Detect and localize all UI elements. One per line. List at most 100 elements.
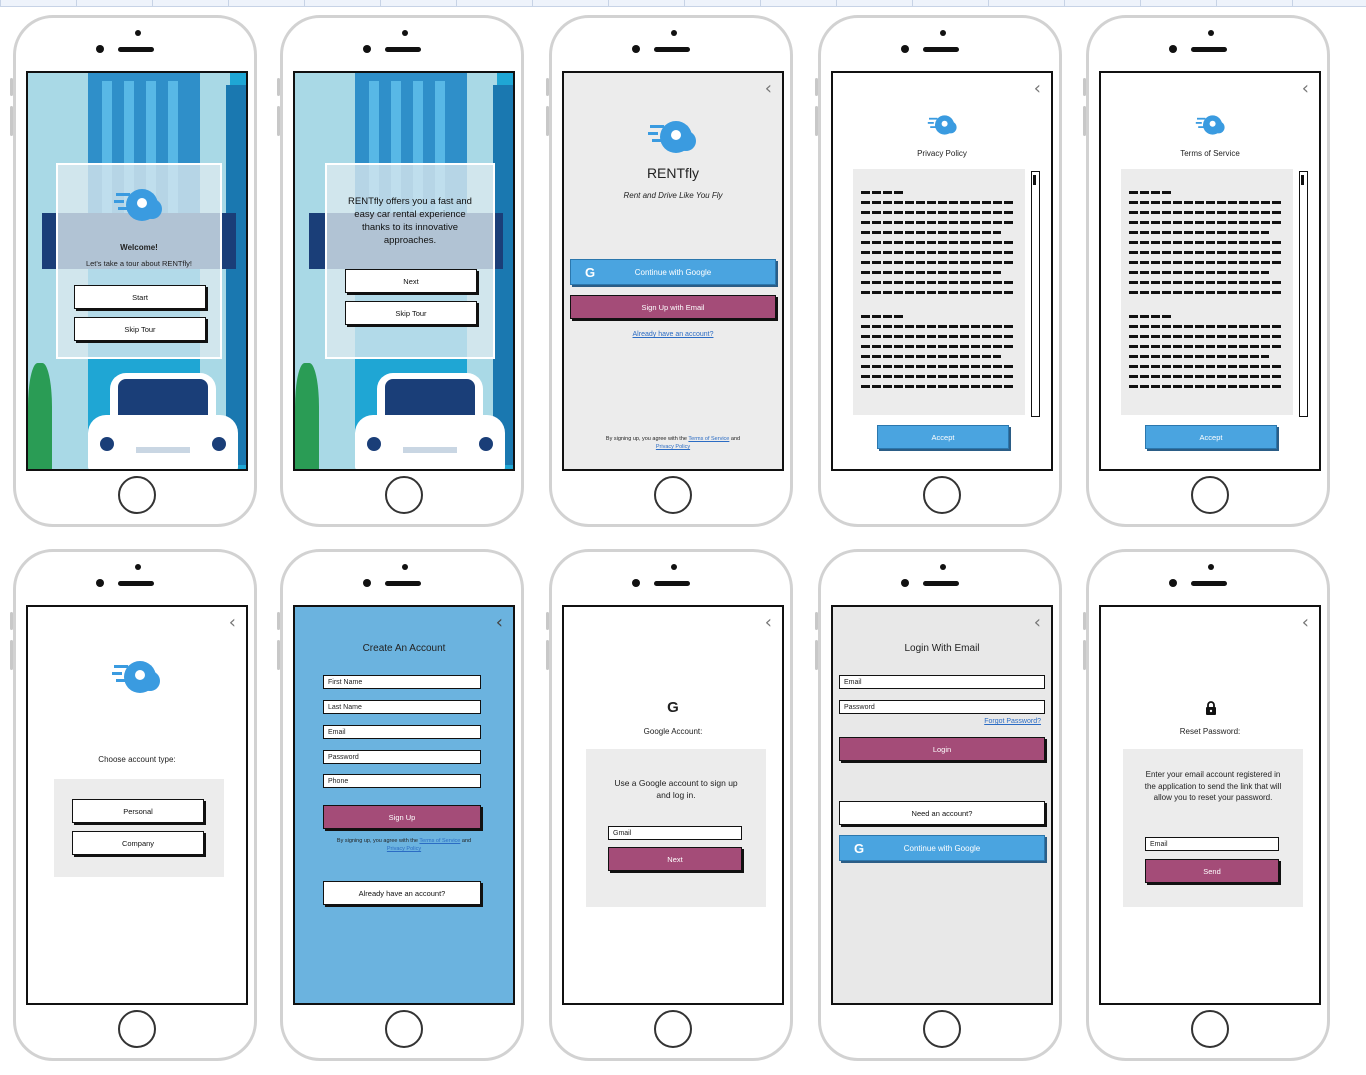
email-field[interactable]: Email: [323, 725, 481, 739]
terms-text-panel: [1121, 169, 1293, 415]
chevron-left-icon[interactable]: ‹: [496, 613, 503, 633]
privacy-policy-link[interactable]: Privacy Policy: [656, 444, 690, 450]
chevron-left-icon[interactable]: ‹: [229, 613, 236, 633]
password-field[interactable]: Password: [839, 700, 1045, 714]
chevron-left-icon[interactable]: ‹: [1302, 613, 1309, 633]
chevron-left-icon[interactable]: ‹: [1302, 79, 1309, 99]
rentfly-logo-icon: [927, 113, 961, 137]
signup-home-screen: ‹ RENTfly Rent and Drive Like You Fly G …: [562, 71, 784, 471]
privacy-policy-link[interactable]: Privacy Policy: [387, 846, 421, 852]
personal-button[interactable]: Personal: [72, 799, 204, 823]
phone-signup-home: ‹ RENTfly Rent and Drive Like You Fly G …: [546, 15, 793, 527]
home-button[interactable]: [385, 476, 423, 514]
reset-password-screen: ‹ Reset Password: Enter your email accou…: [1099, 605, 1321, 1005]
phone-login: ‹ Login With Email Email Password Forgot…: [815, 549, 1062, 1061]
brand-name: RENTfly: [646, 165, 700, 181]
home-button[interactable]: [118, 1010, 156, 1048]
chevron-left-icon[interactable]: ‹: [765, 613, 772, 633]
continue-with-google-button[interactable]: G Continue with Google: [570, 259, 776, 285]
terms-scrollbar[interactable]: [1299, 171, 1308, 417]
rentfly-logo-icon: [1195, 113, 1229, 137]
phone-field[interactable]: Phone: [323, 774, 481, 788]
chevron-left-icon[interactable]: ‹: [765, 79, 772, 99]
continue-with-google-button[interactable]: G Continue with Google: [839, 835, 1045, 861]
google-account-screen: ‹ G Google Account: Use a Google account…: [562, 605, 784, 1005]
privacy-title: Privacy Policy: [917, 149, 967, 158]
lock-icon: [1205, 701, 1217, 715]
account-type-panel: Personal Company: [54, 779, 224, 877]
terms-of-service-link[interactable]: Terms of Service: [688, 436, 729, 442]
google-g-icon: G: [585, 264, 596, 280]
reset-title: Reset Password:: [1179, 727, 1241, 736]
phone-account-type: ‹ Choose account type: Personal Company: [10, 549, 257, 1061]
login-title: Login With Email: [904, 643, 980, 654]
google-g-icon: G: [667, 699, 679, 716]
accept-button[interactable]: Accept: [877, 425, 1009, 449]
start-button[interactable]: Start: [74, 285, 206, 309]
already-have-account-link[interactable]: Already have an account?: [564, 331, 782, 338]
sign-up-with-email-button[interactable]: Sign Up with Email: [570, 295, 776, 319]
welcome-subtitle: Let's take a tour about RENTfly!: [85, 259, 193, 268]
home-button[interactable]: [118, 476, 156, 514]
account-type-title: Choose account type:: [98, 755, 176, 764]
next-button[interactable]: Next: [608, 847, 742, 871]
privacy-scrollbar[interactable]: [1031, 171, 1040, 417]
accept-button[interactable]: Accept: [1145, 425, 1277, 449]
car-illustration: [355, 373, 505, 469]
home-button[interactable]: [654, 1010, 692, 1048]
next-button[interactable]: Next: [345, 269, 477, 293]
tour-card: RENTfly offers you a fast and easy car r…: [325, 163, 495, 359]
gmail-field[interactable]: Gmail: [608, 826, 742, 840]
phone-tour: RENTfly offers you a fast and easy car r…: [277, 15, 524, 527]
welcome-heading: Welcome!: [120, 243, 158, 252]
privacy-screen: ‹ Privacy Policy Accept: [831, 71, 1053, 471]
phone-google-account: ‹ G Google Account: Use a Google account…: [546, 549, 793, 1061]
home-button[interactable]: [654, 476, 692, 514]
already-have-account-button[interactable]: Already have an account?: [323, 881, 481, 905]
home-button[interactable]: [385, 1010, 423, 1048]
privacy-text-panel: [853, 169, 1025, 415]
skip-tour-button[interactable]: Skip Tour: [74, 317, 206, 341]
send-button[interactable]: Send: [1145, 859, 1279, 883]
reset-text: Enter your email account registered in t…: [1144, 770, 1282, 802]
company-button[interactable]: Company: [72, 831, 204, 855]
home-button[interactable]: [923, 476, 961, 514]
reset-panel: Enter your email account registered in t…: [1123, 749, 1303, 907]
create-account-screen: ‹ Create An Account First Name Last Name…: [293, 605, 515, 1005]
chevron-left-icon[interactable]: ‹: [1034, 79, 1041, 99]
google-account-text: Use a Google account to sign up and log …: [614, 778, 738, 800]
terms-title: Terms of Service: [1180, 149, 1240, 158]
email-field[interactable]: Email: [1145, 837, 1279, 851]
canvas-ruler: [0, 0, 1366, 7]
google-account-panel: Use a Google account to sign up and log …: [586, 749, 766, 907]
first-name-field[interactable]: First Name: [323, 675, 481, 689]
skip-tour-button[interactable]: Skip Tour: [345, 301, 477, 325]
rentfly-logo-icon: [114, 185, 168, 225]
tour-screen: RENTfly offers you a fast and easy car r…: [293, 71, 515, 471]
create-account-title: Create An Account: [362, 643, 446, 654]
google-account-title: Google Account:: [643, 727, 703, 736]
rentfly-logo-icon: [112, 657, 166, 697]
password-field[interactable]: Password: [323, 750, 481, 764]
forgot-password-link[interactable]: Forgot Password?: [984, 718, 1041, 725]
home-button[interactable]: [1191, 1010, 1229, 1048]
car-illustration: [88, 373, 238, 469]
welcome-card: Welcome! Let's take a tour about RENTfly…: [56, 163, 222, 359]
legal-notice: By signing up, you agree with the Terms …: [605, 436, 741, 450]
last-name-field[interactable]: Last Name: [323, 700, 481, 714]
login-button[interactable]: Login: [839, 737, 1045, 761]
phone-reset-password: ‹ Reset Password: Enter your email accou…: [1083, 549, 1330, 1061]
phone-privacy-policy: ‹ Privacy Policy Accept: [815, 15, 1062, 527]
terms-of-service-link[interactable]: Terms of Service: [419, 838, 460, 844]
need-account-button[interactable]: Need an account?: [839, 801, 1045, 825]
google-g-icon: G: [854, 840, 865, 856]
tour-text: RENTfly offers you a fast and easy car r…: [348, 196, 472, 246]
rentfly-logo-icon: [648, 117, 702, 157]
home-button[interactable]: [1191, 476, 1229, 514]
email-field[interactable]: Email: [839, 675, 1045, 689]
home-button[interactable]: [923, 1010, 961, 1048]
terms-screen: ‹ Terms of Service Accept: [1099, 71, 1321, 471]
legal-notice: By signing up, you agree with the Terms …: [336, 838, 472, 852]
sign-up-button[interactable]: Sign Up: [323, 805, 481, 829]
chevron-left-icon[interactable]: ‹: [1034, 613, 1041, 633]
